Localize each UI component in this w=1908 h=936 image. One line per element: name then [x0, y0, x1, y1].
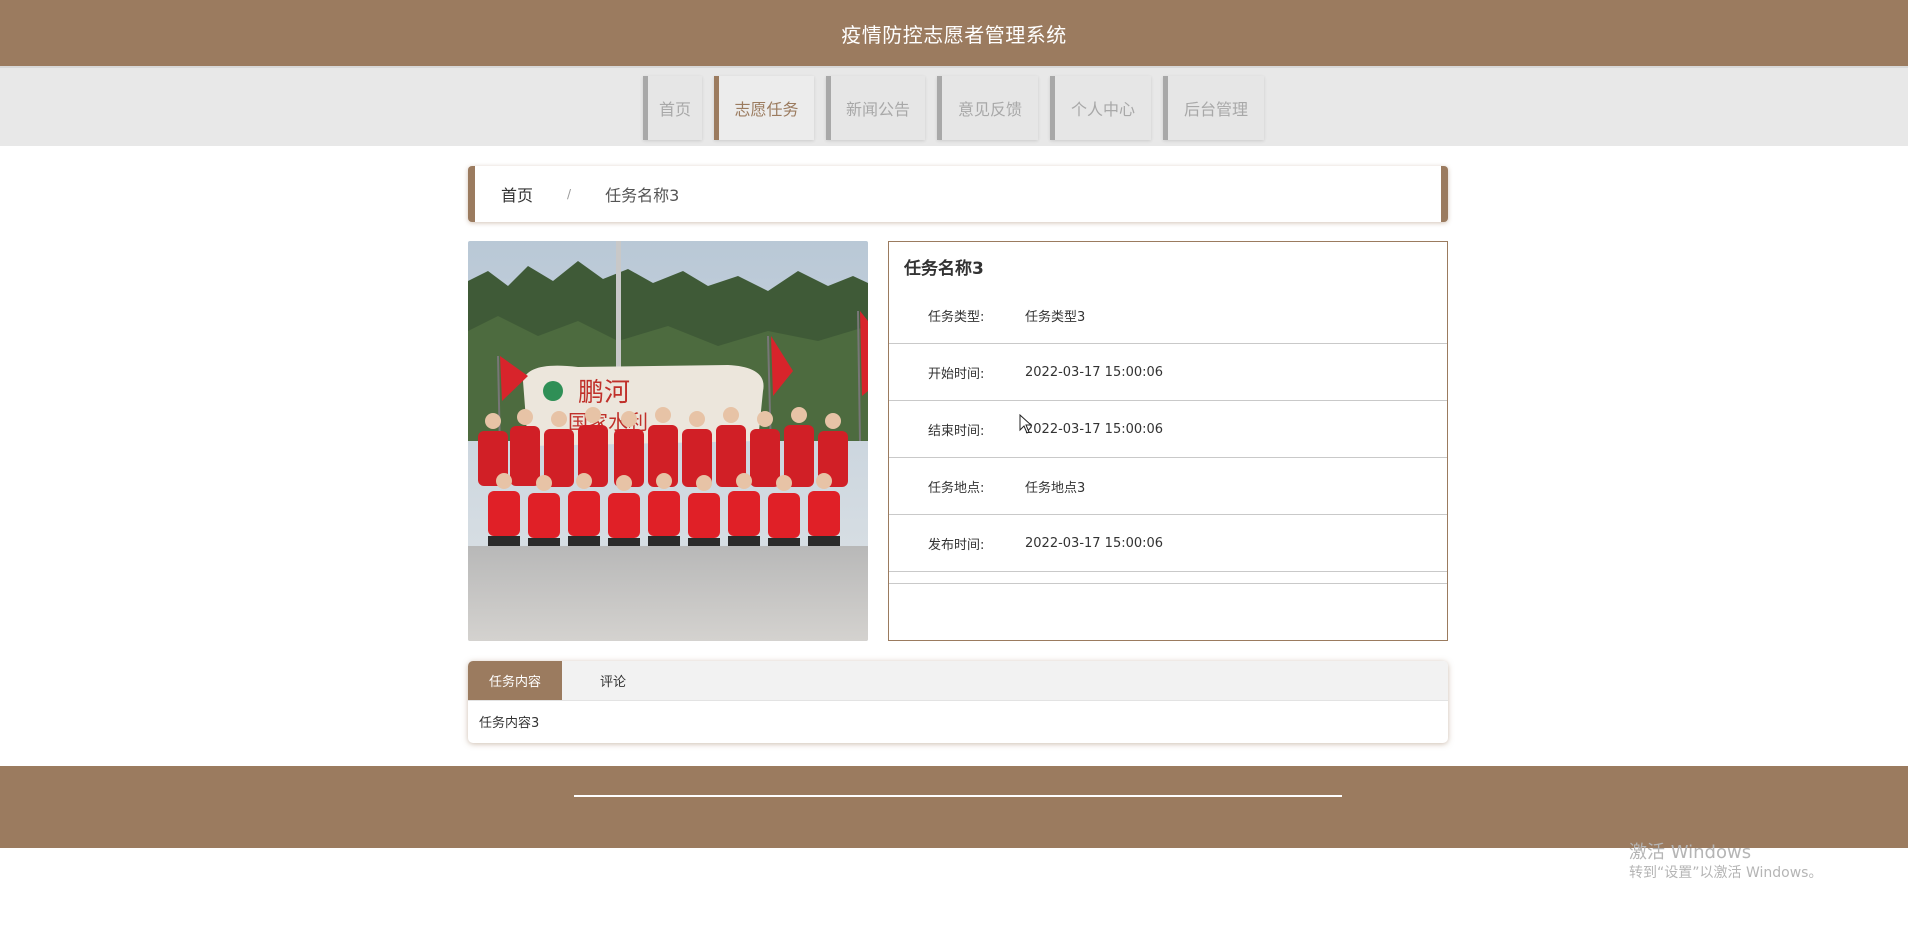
task-photo-image: 鹏河 国家水利: [468, 241, 868, 641]
detail-row-publish-time: 发布时间: 2022-03-17 15:00:06: [889, 515, 1447, 572]
row-label: 结束时间:: [928, 423, 985, 439]
nav-item-label: 新闻公告: [845, 100, 910, 119]
site-footer: [0, 766, 1908, 848]
row-label: 任务地点:: [928, 480, 985, 496]
nav-item-news[interactable]: 新闻公告: [826, 76, 925, 140]
breadcrumb: 首页 / 任务名称3: [468, 166, 1448, 222]
nav-item-profile[interactable]: 个人中心: [1050, 76, 1151, 140]
mouse-cursor-icon: [1019, 414, 1033, 434]
task-photo: 鹏河 国家水利: [468, 241, 868, 641]
nav-item-home[interactable]: 首页: [643, 76, 702, 140]
tab-comments[interactable]: 评论: [562, 661, 664, 700]
watermark-line-1: 激活 Windows: [1629, 842, 1752, 863]
task-tabs: 任务内容 评论 任务内容3: [468, 661, 1448, 743]
nav-list: 首页 志愿任务 新闻公告 意见反馈 个人中心 后台管理: [643, 76, 1264, 140]
row-label: 任务类型:: [928, 309, 985, 325]
nav-item-admin[interactable]: 后台管理: [1163, 76, 1264, 140]
row-value: 2022-03-17 15:00:06: [1025, 421, 1164, 437]
detail-row-end-time: 结束时间: 2022-03-17 15:00:06: [889, 401, 1447, 458]
breadcrumb-separator: /: [567, 187, 572, 201]
row-value: 任务地点3: [1025, 480, 1086, 496]
site-header: 疫情防控志愿者管理系统: [0, 0, 1908, 66]
footer-divider: [574, 795, 1342, 797]
detail-divider: [889, 572, 1447, 584]
row-value: 任务类型3: [1025, 309, 1086, 325]
task-detail-panel: 任务名称3 任务类型: 任务类型3 开始时间: 2022-03-17 15:00…: [888, 241, 1448, 641]
detail-row-task-type: 任务类型: 任务类型3: [889, 287, 1447, 344]
row-value: 2022-03-17 15:00:06: [1025, 364, 1164, 380]
row-label: 发布时间:: [928, 537, 985, 553]
windows-activation-watermark: 激活 Windows 转到“设置”以激活 Windows。: [1629, 842, 1822, 882]
breadcrumb-home-link[interactable]: 首页: [501, 182, 533, 206]
nav-item-label: 首页: [658, 100, 691, 119]
breadcrumb-current: 任务名称3: [605, 186, 680, 205]
tab-bar: 任务内容 评论: [468, 661, 1448, 701]
task-title: 任务名称3: [904, 259, 984, 279]
nav-item-label: 志愿任务: [734, 100, 799, 119]
nav-item-label: 后台管理: [1183, 100, 1248, 119]
nav-item-label: 意见反馈: [957, 100, 1022, 119]
watermark-line-2: 转到“设置”以激活 Windows。: [1629, 864, 1823, 881]
page: 疫情防控志愿者管理系统 首页 志愿任务 新闻公告 意见反馈 个人中心 后台管理: [0, 0, 1908, 936]
site-title: 疫情防控志愿者管理系统: [841, 22, 1067, 47]
detail-row-start-time: 开始时间: 2022-03-17 15:00:06: [889, 344, 1447, 401]
nav-item-label: 个人中心: [1070, 100, 1135, 119]
nav-item-volunteer-tasks[interactable]: 志愿任务: [714, 76, 814, 140]
tab-content: 任务内容3: [479, 716, 540, 731]
nav-item-feedback[interactable]: 意见反馈: [937, 76, 1038, 140]
svg-text:鹏河: 鹏河: [578, 378, 630, 408]
main-nav: 首页 志愿任务 新闻公告 意见反馈 个人中心 后台管理: [0, 66, 1908, 146]
detail-row-location: 任务地点: 任务地点3: [889, 458, 1447, 515]
tab-task-content[interactable]: 任务内容: [468, 661, 562, 700]
row-label: 开始时间:: [928, 366, 985, 382]
row-value: 2022-03-17 15:00:06: [1025, 535, 1164, 551]
